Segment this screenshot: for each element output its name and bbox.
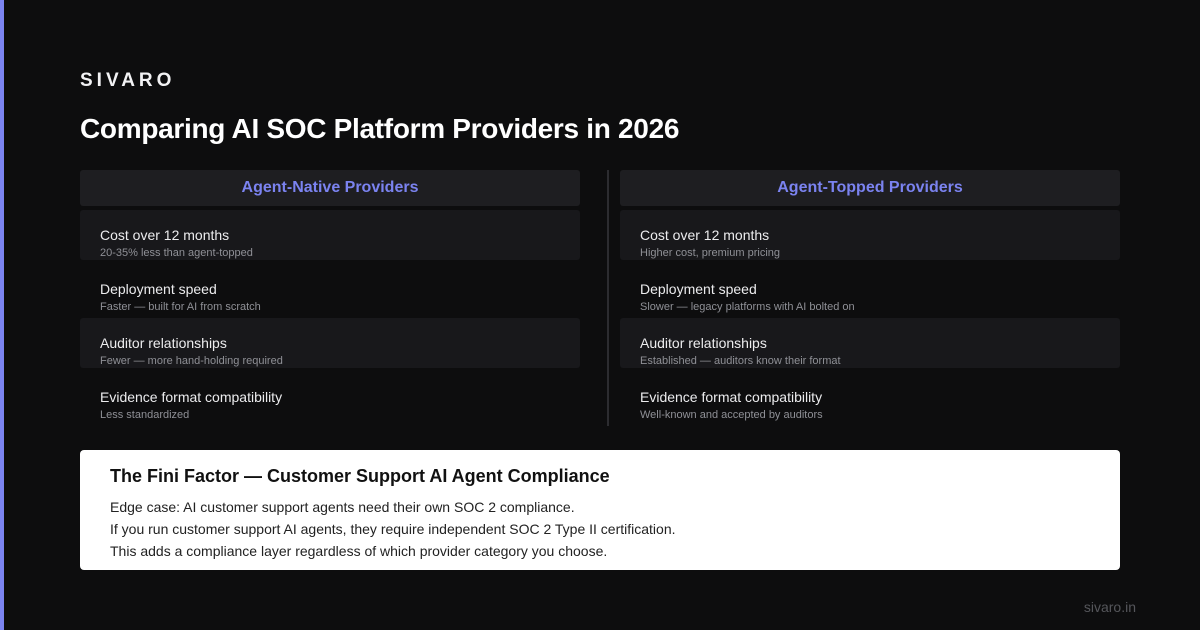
row-label: Cost over 12 months: [640, 227, 770, 243]
agent-native-column: Agent-Native Providers Cost over 12 mont…: [80, 170, 580, 426]
compliance-note-card: The Fini Factor — Customer Support AI Ag…: [80, 450, 1120, 570]
page-title: Comparing AI SOC Platform Providers in 2…: [80, 113, 680, 144]
comparison-row-deployment: Deployment speed Faster — built for AI f…: [80, 264, 580, 314]
column-header-agent-topped: Agent-Topped Providers: [620, 170, 1120, 206]
comparison-row-evidence: Evidence format compatibility Less stand…: [80, 372, 580, 422]
row-label: Auditor relationships: [100, 335, 227, 351]
row-description: Less standardized: [100, 409, 190, 421]
comparison-row-cost: Cost over 12 months 20-35% less than age…: [80, 210, 580, 260]
column-divider: [607, 170, 609, 426]
row-description: Established — auditors know their format: [640, 355, 841, 367]
row-description: Higher cost, premium pricing: [640, 247, 780, 259]
row-label: Evidence format compatibility: [100, 389, 283, 405]
comparison-row-auditors: Auditor relationships Fewer — more hand-…: [80, 318, 580, 368]
row-description: Faster — built for AI from scratch: [100, 301, 261, 313]
note-line: This adds a compliance layer regardless …: [110, 543, 608, 559]
brand-logo: SIVARO: [80, 70, 176, 91]
note-line: Edge case: AI customer support agents ne…: [110, 499, 575, 515]
row-description: Fewer — more hand-holding required: [100, 355, 283, 367]
row-label: Auditor relationships: [640, 335, 767, 351]
row-description: Well-known and accepted by auditors: [640, 409, 823, 421]
column-header-agent-native: Agent-Native Providers: [80, 170, 580, 206]
comparison-row-deployment: Deployment speed Slower — legacy platfor…: [620, 264, 1120, 314]
comparison-row-auditors: Auditor relationships Established — audi…: [620, 318, 1120, 368]
row-label: Deployment speed: [100, 281, 217, 297]
row-label: Deployment speed: [640, 281, 757, 297]
note-line: If you run customer support AI agents, t…: [110, 521, 676, 537]
row-label: Evidence format compatibility: [640, 389, 823, 405]
row-description: Slower — legacy platforms with AI bolted…: [640, 301, 855, 313]
note-title: The Fini Factor — Customer Support AI Ag…: [110, 466, 610, 486]
accent-bar: [0, 0, 4, 630]
comparison-row-evidence: Evidence format compatibility Well-known…: [620, 372, 1120, 422]
agent-topped-column: Agent-Topped Providers Cost over 12 mont…: [620, 170, 1120, 426]
row-label: Cost over 12 months: [100, 227, 230, 243]
footer-url: sivaro.in: [1083, 599, 1136, 615]
row-description: 20-35% less than agent-topped: [100, 247, 253, 259]
comparison-row-cost: Cost over 12 months Higher cost, premium…: [620, 210, 1120, 260]
